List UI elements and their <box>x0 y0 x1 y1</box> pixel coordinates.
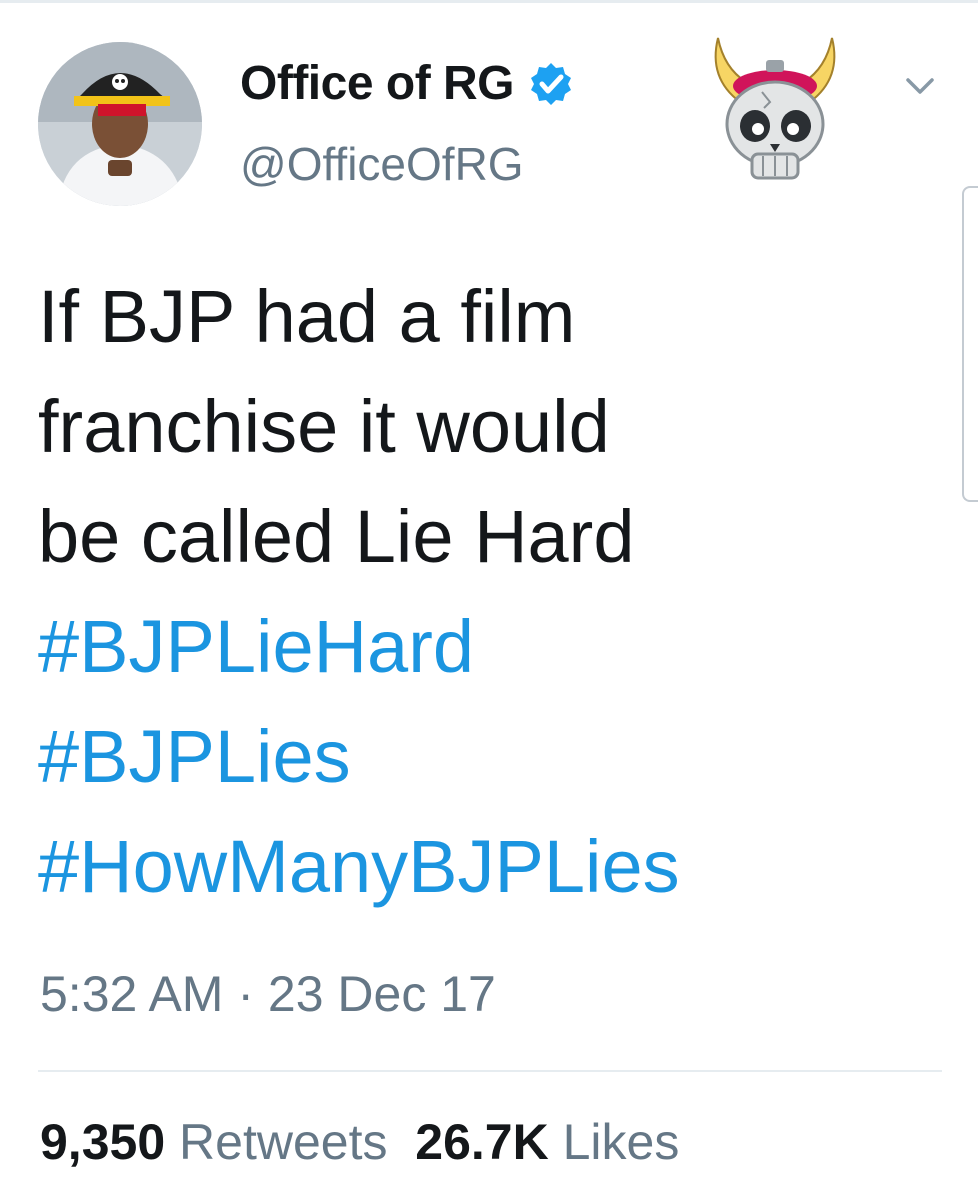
skull-viking-helmet-icon[interactable] <box>700 16 850 188</box>
tweet-text-line: franchise it would <box>38 385 610 468</box>
tweet-text: If BJP had a film franchise it would be … <box>38 262 948 922</box>
retweets-stat[interactable]: 9,350 Retweets <box>40 1114 387 1170</box>
verified-badge-icon <box>531 63 572 105</box>
chevron-down-icon[interactable] <box>900 66 940 106</box>
avatar[interactable] <box>38 42 202 206</box>
user-handle[interactable]: @OfficeOfRG <box>240 136 524 192</box>
display-name[interactable]: Office of RG <box>240 56 515 112</box>
engagement-stats: 9,350 Retweets 26.7K Likes <box>40 1112 679 1172</box>
avatar-image <box>38 42 202 206</box>
author-name-row[interactable]: Office of RG <box>240 56 574 112</box>
scrollbar-thumb[interactable] <box>962 186 978 502</box>
retweets-count: 9,350 <box>40 1114 166 1170</box>
likes-label: Likes <box>562 1114 680 1170</box>
hashtag-link[interactable]: #BJPLies <box>38 702 948 812</box>
likes-count: 26.7K <box>415 1114 549 1170</box>
tweet-timestamp[interactable]: 5:32 AM · 23 Dec 17 <box>40 964 496 1024</box>
hashtag-link[interactable]: #HowManyBJPLies <box>38 812 948 922</box>
hashtag-link[interactable]: #BJPLieHard <box>38 592 948 702</box>
divider <box>38 1070 942 1072</box>
retweets-label: Retweets <box>179 1114 388 1170</box>
likes-stat[interactable]: 26.7K Likes <box>415 1114 679 1170</box>
top-border <box>0 0 978 3</box>
tweet-date: 23 Dec 17 <box>267 966 496 1022</box>
meta-separator: · <box>237 966 255 1022</box>
tweet-time: 5:32 AM <box>40 966 224 1022</box>
tweet-text-line: be called Lie Hard <box>38 495 635 578</box>
tweet-text-line: If BJP had a film <box>38 275 576 358</box>
